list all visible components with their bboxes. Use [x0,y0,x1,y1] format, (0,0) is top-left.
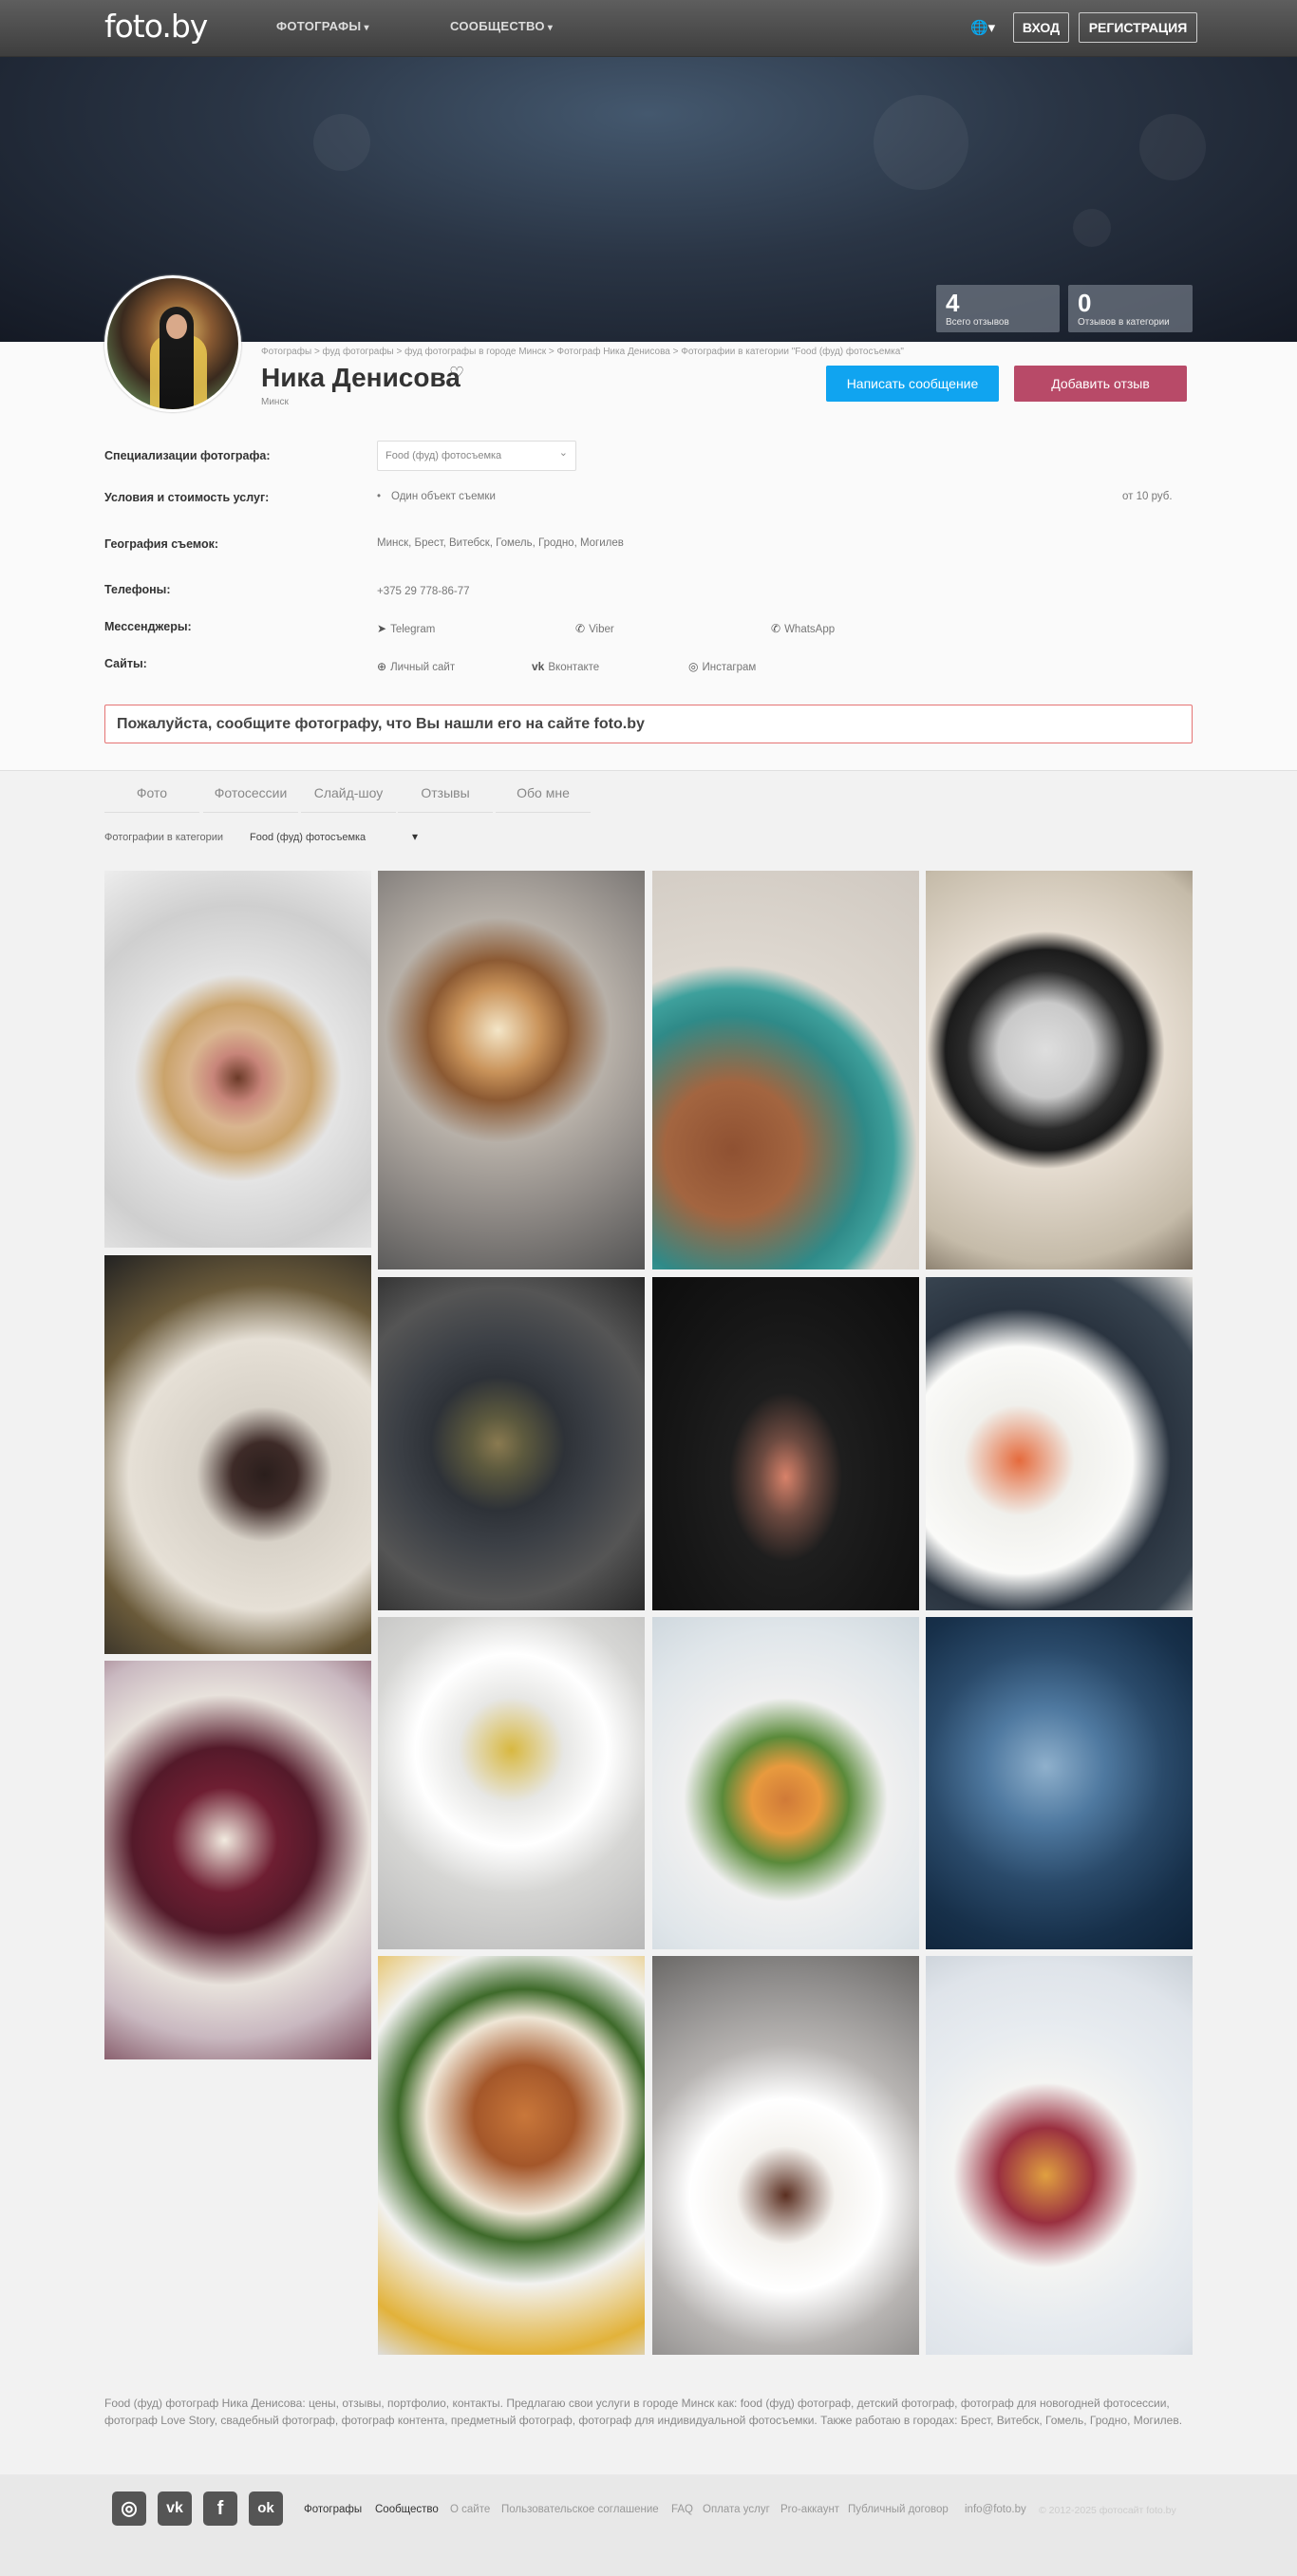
footer-link-contract[interactable]: Публичный договор [848,2504,949,2515]
category-filter-label: Фотографии в категории [104,832,224,843]
chevron-down-icon[interactable]: ▾ [412,830,418,843]
cover-decoration [1139,114,1206,180]
footer-link-about[interactable]: О сайте [450,2504,490,2515]
stat-total-reviews: 4 Всего отзывов [936,285,1060,332]
messengers-label: Мессенджеры: [104,620,192,633]
portfolio-photo[interactable] [378,871,645,1269]
vk-link[interactable]: vk Вконтакте [532,660,599,673]
geo-label: География съемок: [104,537,219,551]
site-logo[interactable]: foto.by [104,8,208,45]
favorite-heart-icon[interactable]: ♡ [449,364,464,384]
portfolio-photo[interactable] [652,871,919,1269]
viber-icon: ✆ [575,622,586,635]
portfolio-photo[interactable] [378,1617,645,1949]
portfolio-photo[interactable] [104,1255,371,1654]
instagram-link[interactable]: ◎ Инстаграм [688,660,756,673]
instagram-icon[interactable]: ◎ [112,2491,146,2526]
vk-label: Вконтакте [548,662,600,673]
instagram-label: Инстаграм [702,662,757,673]
tab-photosessions[interactable]: Фотосессии [203,777,298,813]
cover-decoration [874,95,968,190]
personal-site-label: Личный сайт [390,662,456,673]
breadcrumb[interactable]: Фотографы > фуд фотографы > фуд фотограф… [261,347,904,357]
footer-link-terms[interactable]: Пользовательское соглашение [501,2504,659,2515]
copyright: © 2012-2025 фотосайт foto.by [1039,2505,1176,2516]
portfolio-photo[interactable] [652,1956,919,2355]
footer-link-payment[interactable]: Оплата услуг [703,2504,770,2515]
tab-reviews[interactable]: Отзывы [398,777,493,813]
tab-about[interactable]: Обо мне [496,777,591,813]
terms-price: от 10 руб. [1122,491,1173,502]
stat-label: Всего отзывов [946,317,1009,328]
footer-link-pro[interactable]: Pro-аккаунт [780,2504,839,2515]
telegram-label: Telegram [390,624,436,635]
portfolio-photo[interactable] [926,1617,1193,1949]
portfolio-photo[interactable] [926,871,1193,1269]
telegram-link[interactable]: ➤ Telegram [377,622,435,635]
photographer-name: Ника Денисова [261,363,461,392]
viber-link[interactable]: ✆ Viber [575,622,614,635]
add-review-button[interactable]: Добавить отзыв [1014,366,1187,402]
top-navbar: foto.by ФОТОГРАФЫ СООБЩЕСТВО 🌐▾ ВХОД РЕГ… [0,0,1297,57]
odnoklassniki-icon[interactable]: ok [249,2491,283,2526]
cover-decoration [313,114,370,171]
whatsapp-icon: ✆ [771,622,781,635]
telegram-icon: ➤ [377,622,387,635]
tab-photo[interactable]: Фото [104,777,199,813]
geo-value: Минск, Брест, Витебск, Гомель, Гродно, М… [377,537,624,549]
portfolio-photo[interactable] [378,1277,645,1610]
stat-label: Отзывов в категории [1078,317,1170,328]
vk-icon: vk [532,660,545,673]
globe-icon[interactable]: 🌐▾ [970,19,995,36]
footer [0,2474,1297,2576]
specialization-select[interactable]: Food (фуд) фотосъемка [377,439,576,471]
nav-photographers-menu[interactable]: ФОТОГРАФЫ [276,19,369,33]
terms-item: Один объект съемки [391,491,496,502]
stat-category-reviews: 0 Отзывов в категории [1068,285,1193,332]
viber-label: Viber [589,624,614,635]
footer-link-faq[interactable]: FAQ [671,2504,693,2515]
portfolio-photo[interactable] [104,871,371,1248]
phones-label: Телефоны: [104,583,171,596]
cover-decoration [1073,209,1111,247]
tab-slideshow[interactable]: Слайд-шоу [301,777,396,813]
portfolio-photo[interactable] [104,1661,371,2059]
whatsapp-link[interactable]: ✆ WhatsApp [771,622,835,635]
personal-site-link[interactable]: ⊕ Личный сайт [377,660,455,673]
globe-icon: ⊕ [377,660,387,673]
portfolio-photo[interactable] [378,1956,645,2355]
portfolio-photo[interactable] [926,1277,1193,1610]
terms-bullet: • [377,491,382,502]
portfolio-photo[interactable] [926,1956,1193,2355]
photographer-city: Минск [261,397,289,407]
avatar[interactable] [104,275,241,412]
notice-banner: Пожалуйста, сообщите фотографу, что Вы н… [104,705,1193,743]
seo-description: Food (фуд) фотограф Ника Денисова: цены,… [104,2397,1183,2427]
write-message-button[interactable]: Написать сообщение [826,366,999,402]
stat-value: 4 [946,289,960,317]
login-button[interactable]: ВХОД [1013,12,1069,43]
instagram-icon: ◎ [688,660,699,673]
spec-label: Специализации фотографа: [104,449,271,462]
category-select[interactable]: Food (фуд) фотосъемка [250,832,366,843]
vk-icon[interactable]: vk [158,2491,192,2526]
facebook-icon[interactable]: f [203,2491,237,2526]
portfolio-photo[interactable] [652,1617,919,1949]
nav-community-menu[interactable]: СООБЩЕСТВО [450,19,553,33]
footer-link-email[interactable]: info@foto.by [965,2504,1026,2515]
sites-label: Сайты: [104,657,147,670]
portfolio-photo[interactable] [652,1277,919,1610]
footer-link-community[interactable]: Сообщество [375,2504,439,2515]
terms-label: Условия и стоимость услуг: [104,491,270,504]
phone-number[interactable]: +375 29 778-86-77 [377,586,470,597]
footer-link-photographers[interactable]: Фотографы [304,2504,362,2515]
stat-value: 0 [1078,289,1092,317]
whatsapp-label: WhatsApp [784,624,836,635]
register-button[interactable]: РЕГИСТРАЦИЯ [1079,12,1197,43]
